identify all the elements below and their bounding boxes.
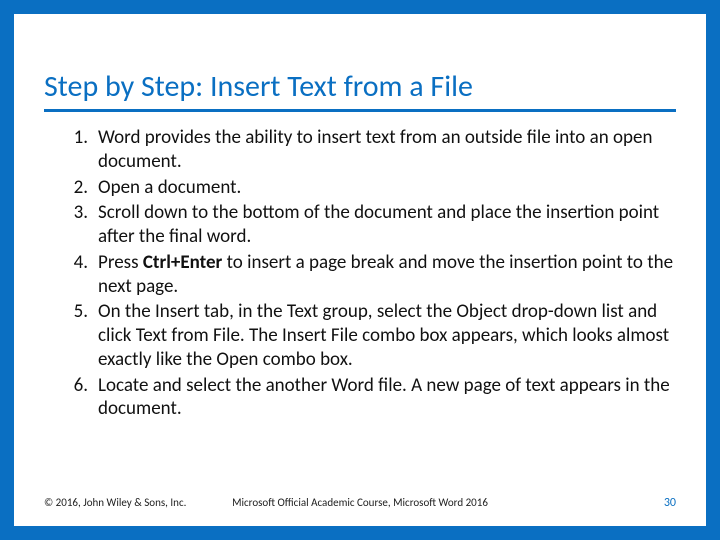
slide-footer: Microsoft Official Academic Course, Micr…	[44, 496, 676, 510]
step-text: Scroll down to the bottom of the documen…	[98, 201, 659, 248]
step-text: Open a document.	[98, 176, 241, 199]
step-text: Locate and select the another Word file.…	[98, 374, 670, 421]
step-item: On the Insert tab, in the Text group, se…	[44, 300, 676, 371]
step-text: On the Insert tab, in the Text group, se…	[98, 300, 669, 371]
slide-title: Step by Step: Insert Text from a File	[44, 70, 676, 112]
step-text: Word provides the ability to insert text…	[98, 126, 652, 173]
bold-text: Ctrl+Enter	[143, 251, 223, 274]
step-item: Open a document.	[44, 176, 676, 200]
text-run: On the Insert tab, in the Text group, se…	[98, 300, 669, 371]
step-item: Press Ctrl+Enter to insert a page break …	[44, 251, 676, 299]
footer-course: Microsoft Official Academic Course, Micr…	[44, 496, 676, 509]
text-run: Word provides the ability to insert text…	[98, 126, 652, 173]
text-run: Scroll down to the bottom of the documen…	[98, 201, 659, 248]
text-run: Open a document.	[98, 176, 241, 199]
step-item: Scroll down to the bottom of the documen…	[44, 201, 676, 249]
slide: Step by Step: Insert Text from a File Wo…	[14, 14, 706, 526]
step-item: Word provides the ability to insert text…	[44, 126, 676, 174]
step-list: Word provides the ability to insert text…	[44, 126, 676, 421]
step-text: Press Ctrl+Enter to insert a page break …	[98, 251, 673, 298]
text-run: Press	[98, 251, 143, 274]
text-run: Locate and select the another Word file.…	[98, 374, 670, 421]
step-item: Locate and select the another Word file.…	[44, 374, 676, 422]
